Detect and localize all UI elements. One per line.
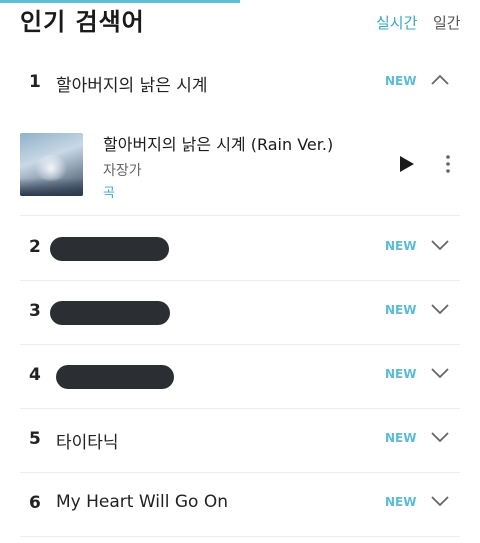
redacted-keyword (50, 301, 170, 325)
search-keyword: 할아버지의 낡은 시계 (56, 76, 208, 96)
rank-number: 6 (29, 493, 41, 513)
song-artist[interactable]: 자장가 (103, 160, 142, 180)
search-rank-row-2[interactable]: 2 NEW (20, 216, 460, 281)
chevron-down-icon[interactable] (429, 234, 451, 256)
song-title[interactable]: 할아버지의 낡은 시계 (Rain Ver.) (103, 131, 333, 155)
rank-number: 2 (29, 237, 41, 257)
album-art (20, 133, 83, 196)
song-type-label: 곡 (103, 186, 115, 201)
play-icon[interactable] (396, 154, 416, 174)
chevron-up-icon[interactable] (429, 69, 451, 91)
chevron-down-icon[interactable] (429, 298, 451, 320)
search-rank-row-5[interactable]: 5 타이타닉 NEW (20, 408, 460, 473)
search-rank-row-1[interactable]: 1 할아버지의 낡은 시계 NEW (20, 51, 460, 115)
search-keyword: 타이타닉 (56, 433, 119, 453)
new-badge: NEW (385, 431, 417, 445)
rank-number: 1 (29, 72, 41, 92)
search-rank-row-4[interactable]: 4 NEW (20, 344, 460, 409)
new-badge: NEW (385, 495, 417, 509)
redacted-keyword (56, 365, 174, 389)
rank-number: 3 (29, 301, 41, 321)
more-vertical-icon[interactable] (440, 154, 456, 174)
new-badge: NEW (385, 74, 417, 88)
search-rank-row-6[interactable]: 6 My Heart Will Go On NEW (20, 472, 460, 537)
tab-daily[interactable]: 일간 (433, 12, 461, 33)
header: 인기 검색어 실시간 일간 (0, 0, 480, 40)
rank-number: 4 (29, 365, 41, 385)
new-badge: NEW (385, 239, 417, 253)
search-rank-row-3[interactable]: 3 NEW (20, 280, 460, 345)
expanded-song-card[interactable]: 할아버지의 낡은 시계 (Rain Ver.) 자장가 곡 (20, 115, 460, 216)
rank-number: 5 (29, 429, 41, 449)
new-badge: NEW (385, 367, 417, 381)
chevron-down-icon[interactable] (429, 426, 451, 448)
chevron-down-icon[interactable] (429, 490, 451, 512)
tab-realtime[interactable]: 실시간 (376, 12, 417, 33)
new-badge: NEW (385, 303, 417, 317)
page-title: 인기 검색어 (20, 8, 145, 36)
search-keyword: My Heart Will Go On (56, 492, 228, 512)
redacted-keyword (50, 237, 169, 261)
chevron-down-icon[interactable] (429, 362, 451, 384)
